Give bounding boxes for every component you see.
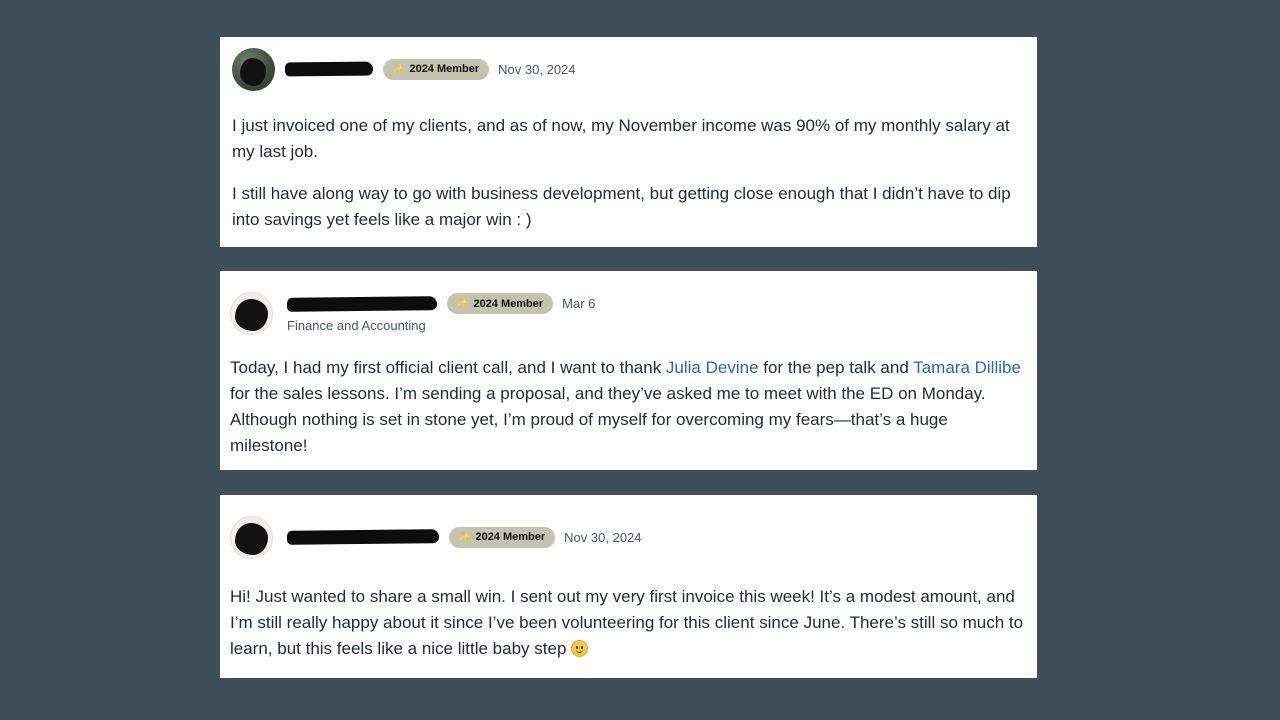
post-text-segment: Hi! Just wanted to share a small win. I … — [230, 587, 1024, 658]
post-card: ✨ 2024 Member Nov 30, 2024 I just invoic… — [220, 37, 1037, 247]
sparkle-icon: ✨ — [456, 298, 469, 309]
post-paragraph: I just invoiced one of my clients, and a… — [232, 116, 1010, 161]
author-info: ✨ 2024 Member Nov 30, 2024 — [284, 58, 576, 80]
member-badge-label: 2024 Member — [475, 531, 546, 543]
author-info: ✨ 2024 Member Nov 30, 2024 — [286, 526, 642, 548]
post-text-segment: for the sales lessons. I’m sending a pro… — [230, 384, 986, 455]
member-badge: ✨ 2024 Member — [449, 526, 556, 548]
post-card: ✨ 2024 Member Nov 30, 2024 Hi! Just want… — [220, 495, 1037, 678]
post-body: Today, I had my first official client ca… — [230, 355, 1027, 459]
avatar-redaction — [240, 57, 266, 86]
author-subtitle: Finance and Accounting — [287, 318, 426, 333]
post-paragraph: I still have along way to go with busine… — [232, 184, 1011, 229]
author-info: ✨ 2024 Member Mar 6 Finance and Accounti… — [286, 293, 595, 333]
post-text-segment: Today, I had my first official client ca… — [230, 358, 666, 377]
author-line: ✨ 2024 Member Mar 6 — [286, 293, 595, 314]
sparkle-icon: ✨ — [392, 63, 405, 75]
author-line: ✨ 2024 Member Nov 30, 2024 — [286, 526, 642, 548]
slight-smile-emoji-icon — [571, 640, 589, 657]
post-header: ✨ 2024 Member Nov 30, 2024 — [232, 47, 1025, 91]
mention-link[interactable]: Tamara Dillibe — [913, 358, 1021, 377]
post-header: ✨ 2024 Member Nov 30, 2024 — [230, 515, 1027, 559]
post-body: I just invoiced one of my clients, and a… — [232, 113, 1025, 233]
post-date[interactable]: Nov 30, 2024 — [564, 530, 641, 545]
post-paragraph: Hi! Just wanted to share a small win. I … — [230, 584, 1027, 662]
author-line: ✨ 2024 Member Nov 30, 2024 — [284, 58, 576, 80]
avatar[interactable] — [232, 47, 275, 91]
member-badge: ✨ 2024 Member — [383, 58, 490, 80]
avatar-redaction — [235, 522, 268, 555]
post-body: Hi! Just wanted to share a small win. I … — [230, 584, 1027, 662]
author-name-redacted[interactable] — [286, 295, 438, 312]
member-badge: ✨ 2024 Member — [447, 293, 554, 314]
post-card: ✨ 2024 Member Mar 6 Finance and Accounti… — [220, 271, 1037, 470]
avatar[interactable] — [230, 291, 273, 335]
author-name-redacted[interactable] — [284, 61, 374, 77]
post-text-segment: for the pep talk and — [758, 358, 914, 377]
post-header: ✨ 2024 Member Mar 6 Finance and Accounti… — [230, 291, 1027, 335]
avatar[interactable] — [230, 515, 273, 559]
sparkle-icon: ✨ — [458, 531, 471, 543]
avatar-redaction — [235, 298, 268, 331]
post-paragraph: Today, I had my first official client ca… — [230, 355, 1027, 459]
member-badge-label: 2024 Member — [473, 297, 544, 310]
mention-link[interactable]: Julia Devine — [666, 358, 759, 377]
post-date[interactable]: Mar 6 — [562, 296, 595, 311]
post-date[interactable]: Nov 30, 2024 — [498, 62, 575, 77]
author-name-redacted[interactable] — [286, 529, 440, 545]
member-badge-label: 2024 Member — [409, 63, 480, 75]
